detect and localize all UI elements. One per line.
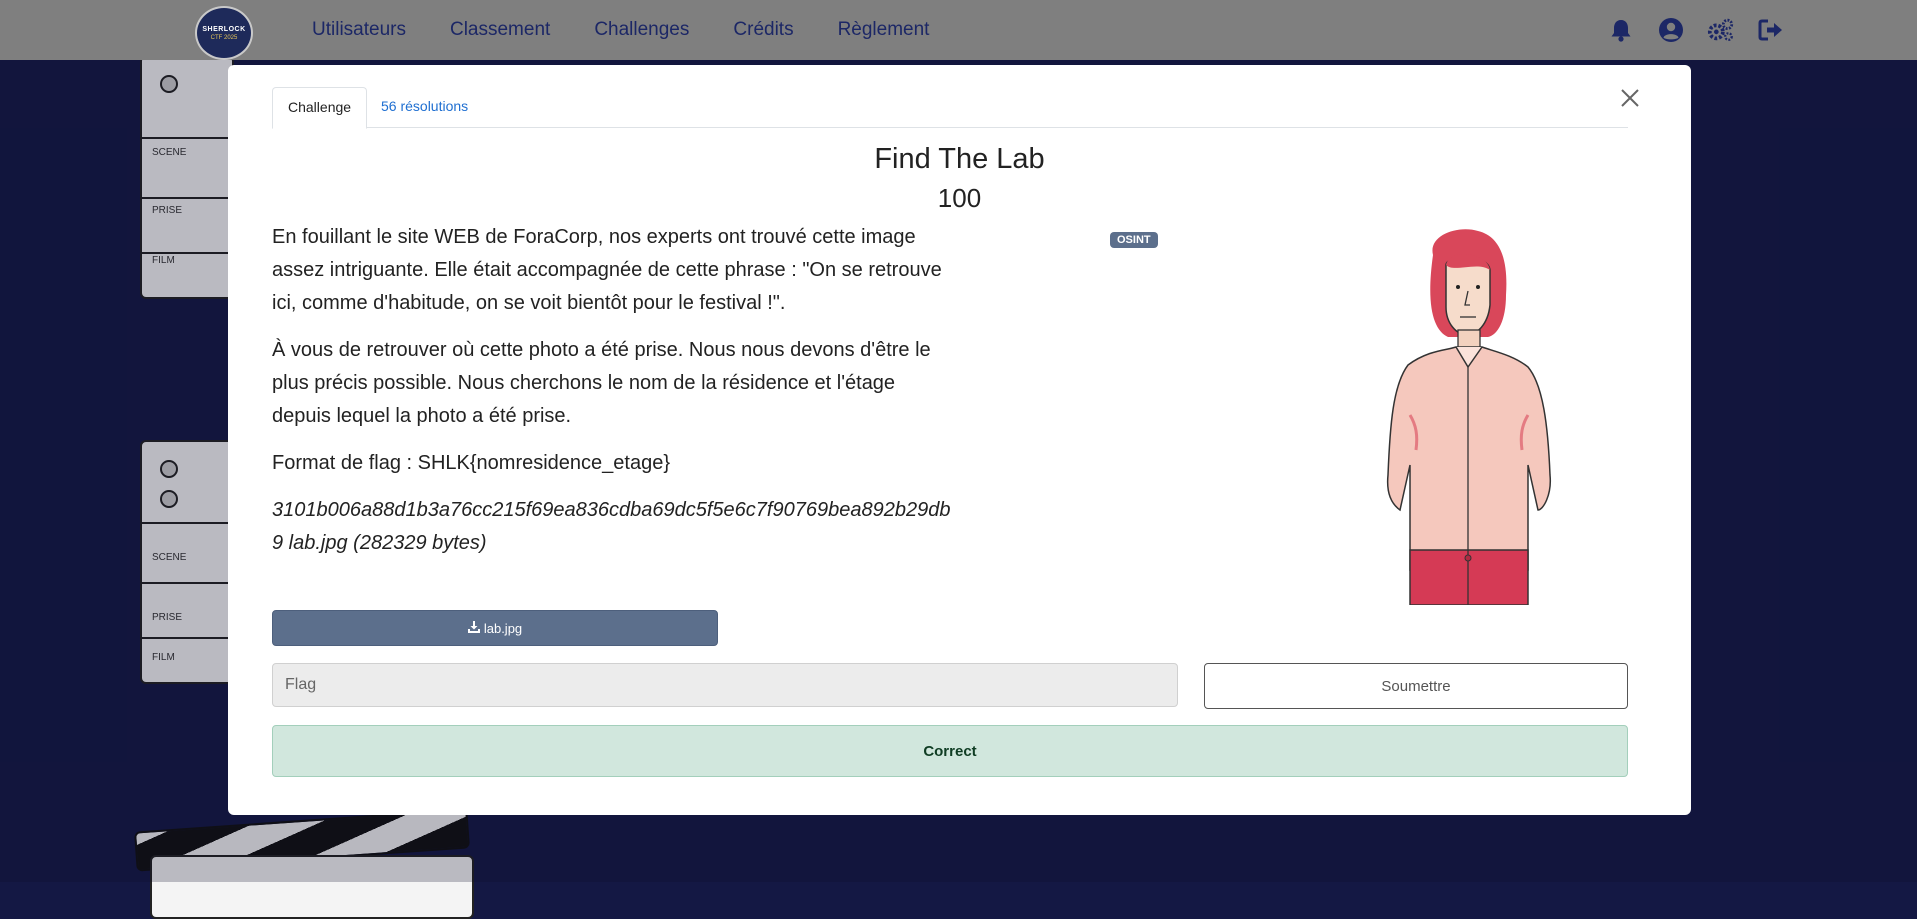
challenge-points: 100 [937, 183, 982, 213]
nav-links: Utilisateurs Classement Challenges Crédi… [290, 0, 951, 60]
category-tag: OSINT [1110, 232, 1158, 248]
challenge-description: En fouillant le site WEB de ForaCorp, no… [272, 221, 952, 574]
top-navbar: SHERLOCK CTF 2025 Utilisateurs Classemen… [0, 0, 1917, 60]
download-label: lab.jpg [483, 620, 523, 636]
description-paragraph: À vous de retrouver où cette photo a été… [272, 339, 931, 427]
nav-link-classement[interactable]: Classement [450, 19, 550, 41]
nav-link-reglement[interactable]: Règlement [838, 19, 930, 41]
nav-link-challenges[interactable]: Challenges [594, 19, 689, 41]
tab-solves[interactable]: 56 résolutions [366, 87, 483, 126]
submit-button[interactable]: Soumettre [1204, 663, 1628, 709]
challenge-title: Find The Lab [874, 143, 1045, 175]
user-circle-icon[interactable] [1657, 16, 1685, 44]
logo-subtitle: CTF 2025 [210, 34, 238, 41]
result-alert: Correct [272, 725, 1628, 777]
modal-tabs: Challenge 56 résolutions [272, 87, 1628, 129]
character-illustration [1338, 225, 1598, 606]
nav-icons [1607, 16, 1785, 44]
logo-title: SHERLOCK [202, 25, 246, 33]
download-icon [467, 620, 480, 636]
nav-link-credits[interactable]: Crédits [733, 19, 793, 41]
file-hash-text: 3101b006a88d1b3a76cc215f69ea836cdba69dc5… [272, 499, 951, 554]
bell-icon[interactable] [1607, 16, 1635, 44]
sign-out-icon[interactable] [1757, 16, 1785, 44]
challenge-modal: Challenge 56 résolutions Find The Lab 10… [228, 65, 1691, 815]
tab-challenge[interactable]: Challenge [272, 87, 368, 129]
description-paragraph: En fouillant le site WEB de ForaCorp, no… [272, 226, 942, 314]
site-logo[interactable]: SHERLOCK CTF 2025 [195, 6, 253, 60]
flag-format-text: Format de flag : SHLK{nomresidence_etage… [272, 452, 671, 474]
gears-icon[interactable] [1707, 16, 1735, 44]
flag-input[interactable] [272, 663, 1178, 707]
download-button[interactable]: lab.jpg [272, 610, 718, 646]
nav-link-utilisateurs[interactable]: Utilisateurs [312, 19, 406, 41]
